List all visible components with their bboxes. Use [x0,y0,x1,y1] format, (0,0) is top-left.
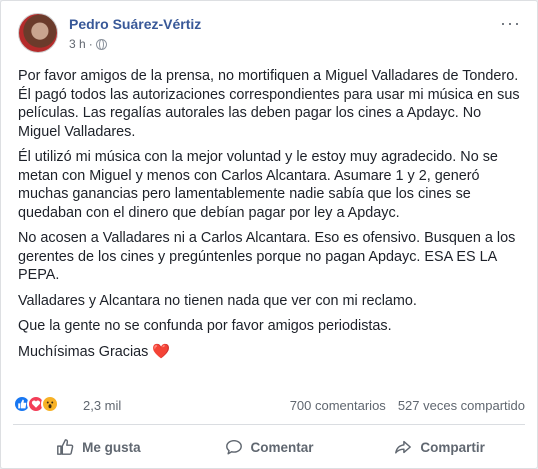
post-paragraph-5: Que la gente no se confunda por favor am… [18,318,392,334]
wow-icon [41,395,59,413]
post-meta: 3 h · [69,37,107,51]
post-paragraph-2: Él utilizó mi música con la mejor volunt… [18,149,498,221]
closing-text: Muchísimas Gracias [18,343,149,360]
reactions-summary[interactable] [13,395,59,413]
post-actions: Me gusta Comentar Compartir [13,429,525,465]
engagement-counts: 700 comentarios 527 veces compartido [290,398,525,413]
comment-label: Comentar [250,439,314,455]
shares-count[interactable]: 527 veces compartido [398,398,525,413]
share-label: Compartir [420,439,485,455]
comment-icon [225,439,242,455]
comments-count[interactable]: 700 comentarios [290,398,386,413]
meta-separator: · [88,37,93,51]
share-icon [395,440,412,454]
more-options-icon[interactable]: ··· [500,13,521,34]
reactions-count[interactable]: 2,3 mil [83,398,121,413]
post-stats: 2,3 mil 700 comentarios 527 veces compar… [13,395,525,415]
comment-button[interactable]: Comentar [184,429,355,465]
like-label: Me gusta [82,439,141,455]
thumbs-up-icon [57,439,74,455]
like-button[interactable]: Me gusta [13,429,184,465]
author-name[interactable]: Pedro Suárez-Vértiz [69,16,201,32]
post-closing: Muchísimas Gracias ❤️ [18,343,526,362]
post-header: Pedro Suárez-Vértiz 3 h · ··· [18,13,525,55]
post-card: Pedro Suárez-Vértiz 3 h · ··· Por favor … [0,0,538,469]
actions-divider [13,424,525,425]
post-time[interactable]: 3 h [69,37,86,51]
globe-icon[interactable] [95,38,107,50]
share-button[interactable]: Compartir [354,429,525,465]
post-text: Por favor amigos de la prensa, no mortif… [18,67,526,368]
post-paragraph-4: Valladares y Alcantara no tienen nada qu… [18,292,417,309]
heart-emoji-icon: ❤️ [152,343,171,360]
post-paragraph-3: No acosen a Valladares ni a Carlos Alcan… [18,230,516,283]
author-avatar[interactable] [18,13,58,53]
post-paragraph-1: Por favor amigos de la prensa, no mortif… [18,68,520,140]
